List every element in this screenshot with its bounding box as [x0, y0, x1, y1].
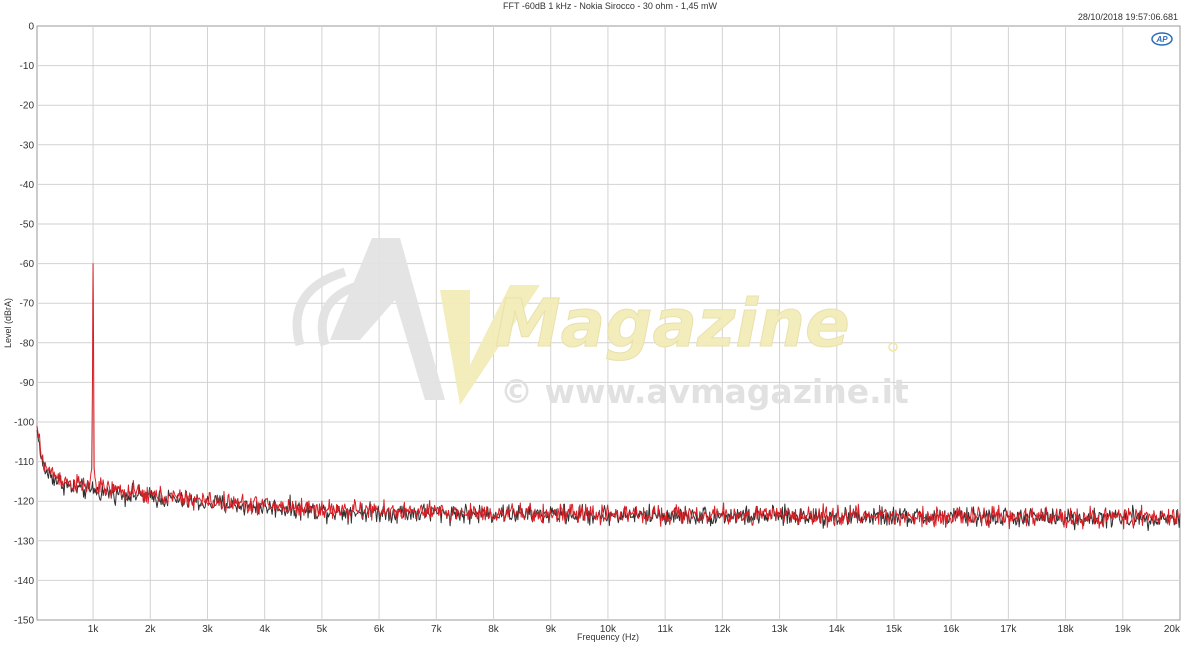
x-tick-label: 18k: [1058, 624, 1075, 635]
x-tick-label: 4k: [259, 624, 271, 635]
y-tick-label: -150: [14, 616, 34, 627]
y-tick-label: -20: [20, 101, 35, 112]
x-tick-label: 7k: [431, 624, 443, 635]
x-tick-label: 2k: [145, 624, 157, 635]
x-tick-label: 16k: [943, 624, 960, 635]
ap-logo-text: AP: [1155, 35, 1168, 44]
x-tick-label: 11k: [657, 624, 673, 635]
y-tick-label: -70: [20, 299, 35, 310]
x-tick-label: 12k: [714, 624, 731, 635]
x-tick-label: 15k: [886, 624, 903, 635]
chart-timestamp: 28/10/2018 19:57:06.681: [1078, 12, 1178, 22]
y-tick-label: -140: [14, 576, 34, 587]
x-tick-label: 3k: [202, 624, 214, 635]
fft-chart: Magazine © www.avmagazine.it 0 -10 -20 -30 -…: [3, 1, 1181, 642]
x-tick-label: 14k: [829, 624, 846, 635]
y-tick-label: -10: [20, 61, 35, 72]
x-tick-label: 13k: [771, 624, 788, 635]
x-tick-label: 1k: [88, 624, 100, 635]
y-tick-label: -100: [14, 418, 34, 429]
y-tick-label: 0: [28, 22, 34, 33]
watermark-url: © www.avmagazine.it: [500, 372, 909, 411]
y-tick-label: -90: [20, 378, 35, 389]
x-tick-label: 19k: [1115, 624, 1132, 635]
y-tick-label: -80: [20, 338, 35, 349]
x-tick-label: 17k: [1000, 624, 1017, 635]
y-tick-label: -40: [20, 180, 35, 191]
y-tick-label: -110: [15, 457, 35, 468]
chart-title: FFT -60dB 1 kHz - Nokia Sirocco - 30 ohm…: [503, 1, 717, 11]
y-axis-label: Level (dBrA): [3, 298, 13, 348]
x-axis-label: Frequency (Hz): [577, 632, 639, 642]
x-tick-label: 6k: [374, 624, 386, 635]
y-tick-label: -60: [20, 259, 35, 270]
x-tick-label: 20k: [1164, 624, 1181, 635]
y-tick-label: -130: [14, 536, 34, 547]
y-tick-label: -120: [14, 497, 34, 508]
y-tick-label: -50: [20, 220, 35, 231]
x-tick-label: 9k: [545, 624, 557, 635]
y-tick-label: -30: [20, 140, 35, 151]
x-tick-label: 5k: [317, 624, 329, 635]
x-tick-label: 8k: [488, 624, 500, 635]
watermark-brand: Magazine: [495, 285, 850, 362]
